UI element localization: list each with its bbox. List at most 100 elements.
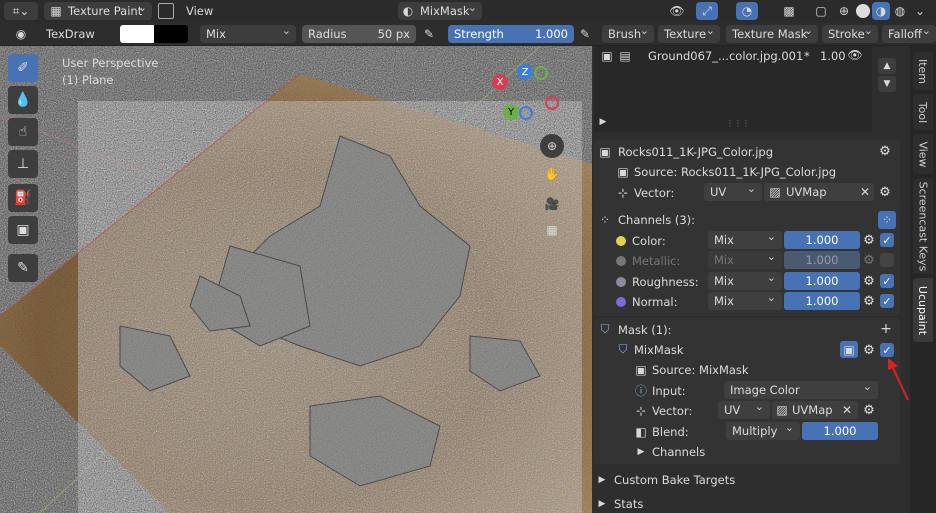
gear-icon[interactable]: ⚙ xyxy=(862,294,876,309)
mask-uvmap-field[interactable]: ▨ UVMap ✕ xyxy=(772,401,858,419)
gear-icon[interactable]: ⚙ xyxy=(878,185,892,200)
tab-view[interactable]: View xyxy=(913,134,933,174)
zoom-icon[interactable]: ⊕ xyxy=(540,134,564,158)
visibility-icon[interactable]: 👁 xyxy=(666,2,688,20)
rendered-shading-icon[interactable]: ◍ xyxy=(892,3,908,19)
view-menu[interactable]: View xyxy=(180,2,219,20)
gear-icon[interactable]: ⚙ xyxy=(862,403,876,418)
toggle-xray-icon[interactable]: ▢ xyxy=(812,2,830,20)
channel-intensity-field[interactable]: 1.000 xyxy=(784,231,860,249)
secondary-color-swatch[interactable] xyxy=(154,25,188,43)
eye-icon[interactable]: 👁 xyxy=(847,48,862,62)
falloff-menu[interactable]: Falloff xyxy=(882,24,936,43)
channel-blend-dropdown[interactable]: Mix xyxy=(708,271,782,290)
close-icon[interactable]: ✕ xyxy=(840,403,854,417)
gizmo-icon[interactable]: ⤢ xyxy=(696,2,718,20)
paint-mask-icon[interactable] xyxy=(158,3,174,19)
resize-handle-icon[interactable]: ⋮⋮⋮ xyxy=(726,118,750,128)
radius-slider[interactable]: Radius 50 px xyxy=(302,25,416,43)
roughness-channel-icon xyxy=(616,276,626,287)
gizmo-y-icon[interactable]: Y xyxy=(503,104,519,120)
mask-vector-mode-dropdown[interactable]: UV xyxy=(718,400,770,419)
blend-icon: ◧ xyxy=(635,424,647,439)
mode-dropdown[interactable]: ▦ Texture Paint xyxy=(44,1,152,20)
gear-icon[interactable]: ⚙ xyxy=(862,343,876,358)
tab-screencast-keys[interactable]: Screencast Keys xyxy=(913,178,933,274)
close-icon[interactable]: ✕ xyxy=(858,185,872,199)
annotate-tool-icon[interactable]: ✎ xyxy=(8,254,38,282)
channel-intensity-field[interactable]: 1.000 xyxy=(784,251,860,269)
brush-preview-icon[interactable]: ◉ xyxy=(10,25,32,43)
wireframe-shading-icon[interactable]: ⊕ xyxy=(836,3,852,19)
mask-tool-icon[interactable]: ▣ xyxy=(8,216,38,244)
mask-input-dropdown[interactable]: Image Color xyxy=(724,380,878,399)
gear-icon[interactable]: ⚙ xyxy=(862,233,876,248)
tab-tool[interactable]: Tool xyxy=(913,94,933,130)
gizmo-x-icon[interactable]: X xyxy=(492,74,508,90)
texture-mask-menu[interactable]: Texture Mask xyxy=(726,24,818,43)
grid-icon[interactable]: ▦ xyxy=(540,218,564,242)
stroke-menu[interactable]: Stroke xyxy=(822,24,878,43)
channel-intensity-field[interactable]: 1.000 xyxy=(784,292,860,310)
gear-icon[interactable]: ⚙ xyxy=(878,144,892,159)
blend-mode-dropdown[interactable]: Mix xyxy=(200,24,296,43)
strength-slider[interactable]: Strength 1.000 xyxy=(448,25,574,43)
pan-hand-icon[interactable]: ✋ xyxy=(540,162,564,186)
list-menu-chevron-icon[interactable] xyxy=(878,78,896,92)
tab-ucupaint[interactable]: Ucupaint xyxy=(913,278,933,342)
vector-mode-dropdown[interactable]: UV xyxy=(704,182,762,201)
editor-type-icon[interactable]: ⌗⌄ xyxy=(4,2,38,20)
camera-icon[interactable]: 🎥 xyxy=(540,192,564,216)
xray-icon[interactable]: ▩ xyxy=(778,2,800,20)
mask-channels-row[interactable]: ▶ Channels xyxy=(634,442,706,461)
shading-options-icon[interactable]: ⌄ xyxy=(912,3,928,19)
channel-enable-checkbox[interactable] xyxy=(880,253,894,267)
mask-item[interactable]: ⛉ MixMask xyxy=(616,340,683,359)
gizmo-neg-y-icon[interactable] xyxy=(534,66,548,80)
expand-triangle-icon[interactable]: ▶ xyxy=(598,116,608,128)
mask-image-icon[interactable]: ▣ xyxy=(840,341,858,358)
pressure-icon[interactable]: ✎ xyxy=(420,26,438,42)
soften-tool-icon[interactable]: 💧 xyxy=(8,86,38,114)
gizmo-z-icon[interactable]: Z xyxy=(517,64,533,80)
channel-options-icon[interactable]: ⁘ xyxy=(878,211,896,229)
channel-intensity-field[interactable]: 1.000 xyxy=(784,272,860,290)
channel-enable-checkbox[interactable]: ✓ xyxy=(880,274,894,288)
layer-list[interactable]: ▣ ▤ Ground067_...color.jpg.001 * 1.00 👁 … xyxy=(594,46,872,132)
list-item[interactable]: ▣ ▤ Ground067_...color.jpg.001 * 1.00 👁 xyxy=(600,46,866,65)
gizmo-neg-z-icon[interactable] xyxy=(519,106,533,120)
channel-blend-dropdown[interactable]: Mix xyxy=(708,291,782,310)
custom-bake-targets-panel[interactable]: ▶ Custom Bake Targets xyxy=(596,470,736,489)
texture-menu[interactable]: Texture xyxy=(658,24,720,43)
source-row: ▣ Source: Rocks011_1K-JPG_Color.jpg xyxy=(617,164,837,179)
brush-menu[interactable]: Brush xyxy=(602,24,654,43)
smear-tool-icon[interactable]: ☝ xyxy=(8,118,38,146)
brush-name[interactable]: TexDraw xyxy=(40,25,101,43)
gear-icon[interactable]: ⚙ xyxy=(862,274,876,289)
channel-blend-dropdown[interactable]: Mix xyxy=(708,230,782,249)
tab-item[interactable]: Item xyxy=(913,52,933,90)
metallic-channel-icon xyxy=(616,255,626,266)
clone-tool-icon[interactable]: ⊥ xyxy=(8,150,38,178)
strength-pressure-icon[interactable]: ✎ xyxy=(576,26,594,42)
stats-panel[interactable]: ▶ Stats xyxy=(596,494,644,513)
gizmo-neg-x-icon[interactable] xyxy=(545,96,559,110)
mask-enable-checkbox[interactable]: ✓ xyxy=(880,343,894,357)
gear-icon[interactable]: ⚙ xyxy=(862,253,876,268)
fill-tool-icon[interactable]: ⛽ xyxy=(8,184,38,212)
3d-viewport[interactable]: User Perspective (1) Plane ✐ 💧 ☝ ⊥ ⛽ ▣ ✎… xyxy=(0,46,592,513)
uvmap-field[interactable]: ▨ UVMap ✕ xyxy=(764,183,874,201)
primary-color-swatch[interactable] xyxy=(120,25,154,43)
solid-shading-icon[interactable] xyxy=(856,4,870,18)
material-shading-icon[interactable]: ◑ xyxy=(872,2,890,20)
mask-blend-dropdown[interactable]: Multiply xyxy=(726,421,800,440)
move-up-icon[interactable]: ▲ xyxy=(878,58,896,74)
overlay-icon[interactable]: ◔ xyxy=(736,2,758,20)
channel-blend-dropdown[interactable]: Mix xyxy=(708,250,782,269)
add-mask-icon[interactable]: + xyxy=(878,321,894,337)
mask-selector[interactable]: ◐ MixMask xyxy=(398,1,482,20)
mask-blend-factor[interactable]: 1.000 xyxy=(802,422,878,440)
draw-tool-icon[interactable]: ✐ xyxy=(8,54,38,82)
channel-enable-checkbox[interactable]: ✓ xyxy=(880,294,894,308)
channel-enable-checkbox[interactable]: ✓ xyxy=(880,233,894,247)
